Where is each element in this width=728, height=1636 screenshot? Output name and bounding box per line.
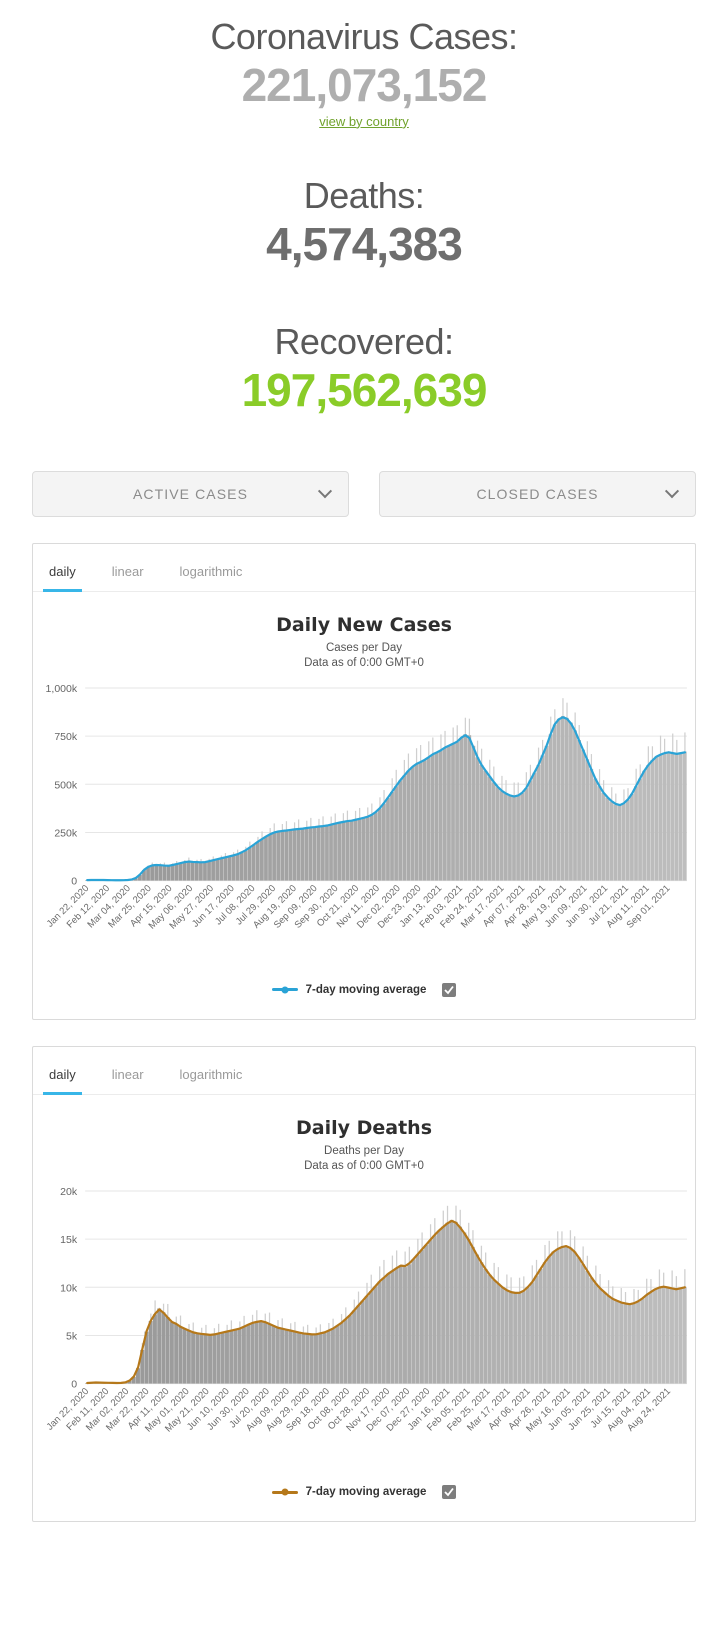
active-cases-label: ACTIVE CASES bbox=[132, 485, 249, 502]
counters-section: Coronavirus Cases: 221,073,152 view by c… bbox=[0, 0, 728, 417]
chart-2-title: Daily Deaths bbox=[295, 1116, 432, 1139]
counter-recovered: Recovered: 197,562,639 bbox=[0, 319, 728, 417]
chart-1-legend-checkbox[interactable] bbox=[442, 982, 457, 997]
svg-text:5k: 5k bbox=[66, 1330, 78, 1342]
chart-2-svg: 20k15k10k5k0Jan 22, 2020Feb 11, 2020Mar … bbox=[45, 1186, 687, 1434]
chart-1-subtitle-2: Data as of 0:00 GMT+0 bbox=[304, 657, 424, 670]
svg-text:0: 0 bbox=[71, 1378, 77, 1390]
closed-cases-label: CLOSED CASES bbox=[476, 485, 599, 502]
cases-label: Coronavirus Cases: bbox=[210, 16, 518, 57]
chart-1-subtitle-1: Cases per Day bbox=[325, 641, 403, 654]
check-icon bbox=[444, 985, 455, 994]
chart-1-tabs: daily linear logarithmic bbox=[33, 544, 695, 592]
svg-text:10k: 10k bbox=[60, 1282, 78, 1294]
legend-line-icon bbox=[271, 988, 298, 992]
chart-2-legend-label: 7-day moving average bbox=[305, 1486, 427, 1499]
deaths-label: Deaths: bbox=[303, 174, 425, 216]
chart-1-title: Daily New Cases bbox=[276, 613, 452, 636]
recovered-number: 197,562,639 bbox=[241, 363, 488, 416]
svg-text:0: 0 bbox=[71, 875, 77, 887]
counter-cases: Coronavirus Cases: 221,073,152 view by c… bbox=[0, 14, 728, 131]
tab-daily[interactable]: daily bbox=[43, 1063, 82, 1095]
chart-1-legend-label: 7-day moving average bbox=[305, 983, 427, 996]
svg-text:500k: 500k bbox=[54, 779, 78, 791]
counter-deaths: Deaths: 4,574,383 bbox=[0, 173, 728, 271]
chart-card-daily-deaths: daily linear logarithmic Daily Deaths De… bbox=[32, 1045, 696, 1523]
chart-1-svg: 1,000k750k500k250k0Jan 22, 2020Feb 12, 2… bbox=[45, 683, 687, 931]
svg-text:1,000k: 1,000k bbox=[46, 683, 78, 695]
chart-2-legend-checkbox[interactable] bbox=[442, 1485, 457, 1500]
view-by-country-link[interactable]: view by country bbox=[319, 114, 409, 129]
tab-logarithmic[interactable]: logarithmic bbox=[180, 1063, 243, 1094]
svg-text:250k: 250k bbox=[54, 827, 78, 839]
chevron-down-icon bbox=[317, 483, 333, 498]
recovered-label: Recovered: bbox=[274, 320, 454, 362]
chart-2-plot: 20k 15k 10k 5k 0 Jan 22, 2020 Feb 11, 2020 Mar … bbox=[33, 1185, 695, 1476]
svg-text:15k: 15k bbox=[60, 1234, 78, 1246]
chart-2-tabs: daily linear logarithmic bbox=[33, 1047, 695, 1095]
chevron-down-icon bbox=[664, 483, 680, 498]
tab-logarithmic[interactable]: logarithmic bbox=[180, 560, 243, 591]
cases-number: 221,073,152 bbox=[241, 59, 488, 111]
chart-2-legend: 7-day moving average bbox=[33, 1475, 695, 1521]
chart-1-plot: 1,000k 750k 500k 250k 0 Jan 22, 2020 Feb 12, 2… bbox=[33, 682, 695, 973]
legend-line-icon bbox=[271, 1490, 298, 1494]
chart-2-subtitle-2: Data as of 0:00 GMT+0 bbox=[304, 1160, 424, 1173]
chart-2-subtitle-1: Deaths per Day bbox=[324, 1144, 404, 1157]
chart-card-daily-new-cases: daily linear logarithmic Daily New Cases… bbox=[32, 542, 696, 1020]
check-icon bbox=[444, 1488, 455, 1497]
svg-text:750k: 750k bbox=[54, 731, 78, 743]
dropdown-row: ACTIVE CASES CLOSED CASES bbox=[0, 470, 728, 517]
deaths-number: 4,574,383 bbox=[266, 217, 463, 270]
chart-1-legend: 7-day moving average bbox=[33, 973, 695, 1019]
closed-cases-dropdown[interactable]: CLOSED CASES bbox=[379, 470, 696, 517]
tab-linear[interactable]: linear bbox=[112, 560, 144, 591]
active-cases-dropdown[interactable]: ACTIVE CASES bbox=[32, 470, 349, 517]
tab-linear[interactable]: linear bbox=[112, 1063, 144, 1094]
svg-text:20k: 20k bbox=[60, 1186, 78, 1198]
tab-daily[interactable]: daily bbox=[43, 560, 82, 592]
